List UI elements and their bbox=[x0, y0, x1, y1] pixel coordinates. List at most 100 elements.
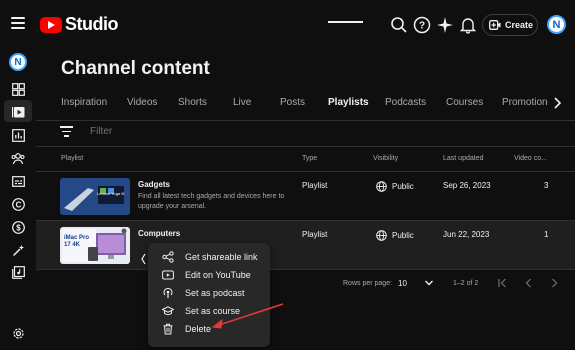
page-title: Channel content bbox=[61, 58, 210, 79]
top-bar: Studio ? Create N bbox=[0, 0, 575, 50]
svg-text:C: C bbox=[15, 200, 21, 209]
sidebar-item-settings[interactable] bbox=[4, 322, 32, 344]
visibility-label: Public bbox=[392, 182, 414, 191]
customization-icon bbox=[12, 244, 24, 256]
settings-icon bbox=[12, 327, 24, 339]
sparkle-icon[interactable] bbox=[436, 16, 454, 34]
playlist-title[interactable]: Gadgets bbox=[138, 180, 170, 189]
chevron-right-icon[interactable] bbox=[550, 96, 564, 110]
sidebar-item-analytics[interactable] bbox=[4, 124, 32, 146]
filter-input[interactable]: Filter bbox=[90, 126, 112, 137]
tab-live[interactable]: Live bbox=[233, 97, 251, 108]
globe-icon bbox=[376, 181, 387, 192]
tab-courses[interactable]: Courses bbox=[446, 97, 483, 108]
svg-text:$: $ bbox=[16, 223, 21, 232]
previous-page-icon[interactable] bbox=[523, 277, 535, 289]
sidebar-item-copyright[interactable]: C bbox=[4, 193, 32, 215]
last-updated: Sep 26, 2023 bbox=[443, 181, 491, 190]
create-button[interactable]: Create bbox=[482, 14, 538, 36]
youtube-logo-icon bbox=[40, 16, 62, 33]
playlist-thumbnail[interactable]: Lenovo Yoga 9i bbox=[60, 178, 130, 215]
filter-icon[interactable] bbox=[59, 126, 73, 138]
column-header-visibility[interactable]: Visibility bbox=[373, 155, 398, 162]
video-count: 1 bbox=[544, 230, 549, 239]
active-tab-indicator bbox=[328, 21, 363, 23]
column-header-playlist[interactable]: Playlist bbox=[61, 155, 83, 162]
table-row[interactable]: Lenovo Yoga 9i Gadgets Find all latest t… bbox=[36, 172, 575, 221]
column-header-video-count[interactable]: Video co... bbox=[514, 155, 547, 162]
video-count: 3 bbox=[544, 181, 549, 190]
tab-posts[interactable]: Posts bbox=[280, 97, 305, 108]
content-icon bbox=[11, 106, 24, 117]
share-icon bbox=[162, 251, 174, 263]
column-header-last-updated[interactable]: Last updated bbox=[443, 155, 483, 162]
tab-playlists[interactable]: Playlists bbox=[328, 97, 369, 108]
menu-label: Set as course bbox=[185, 306, 241, 316]
audio-library-icon bbox=[11, 265, 25, 279]
visibility-cell: Public bbox=[376, 181, 414, 192]
tab-podcasts[interactable]: Podcasts bbox=[385, 97, 426, 108]
sidebar-item-audio-library[interactable] bbox=[4, 261, 32, 283]
tab-promotion[interactable]: Promotion bbox=[502, 97, 548, 108]
podcast-icon bbox=[163, 287, 173, 298]
menu-label: Delete bbox=[185, 324, 212, 334]
tabs-divider bbox=[36, 120, 575, 121]
playlist-type: Playlist bbox=[302, 181, 328, 190]
tab-videos[interactable]: Videos bbox=[127, 97, 157, 108]
community-icon bbox=[11, 152, 25, 164]
earn-icon: $ bbox=[11, 220, 25, 234]
globe-icon bbox=[376, 230, 387, 241]
table-header: Playlist Type Visibility Last updated Vi… bbox=[36, 146, 575, 172]
next-page-icon[interactable] bbox=[548, 277, 560, 289]
last-updated: Jun 22, 2023 bbox=[443, 230, 490, 239]
menu-label: Edit on YouTube bbox=[185, 270, 251, 280]
menu-label: Set as podcast bbox=[185, 288, 245, 298]
playlist-options-menu: Get shareable link Edit on YouTube Set a… bbox=[148, 243, 270, 347]
column-header-type[interactable]: Type bbox=[302, 155, 317, 162]
playlist-thumbnail[interactable]: iMac Pro 17 4K bbox=[60, 227, 130, 264]
help-icon[interactable]: ? bbox=[413, 16, 431, 34]
thumbnail-text: iMac Pro 17 4K bbox=[64, 235, 90, 248]
playlist-description: Find all latest tech gadgets and devices… bbox=[138, 193, 285, 210]
youtube-icon bbox=[162, 270, 174, 280]
copyright-icon: C bbox=[11, 197, 25, 211]
sidebar-item-content[interactable] bbox=[4, 100, 32, 122]
menu-item-set-as-course[interactable]: Set as course bbox=[148, 302, 270, 320]
table-row[interactable]: iMac Pro 17 4K Computers Playlist Public… bbox=[36, 221, 575, 270]
sidebar-item-community[interactable] bbox=[4, 147, 32, 169]
create-icon bbox=[489, 20, 501, 30]
studio-logo[interactable]: Studio bbox=[40, 14, 119, 35]
create-label: Create bbox=[505, 20, 534, 30]
tab-inspiration[interactable]: Inspiration bbox=[61, 97, 107, 108]
playlist-title[interactable]: Computers bbox=[138, 229, 180, 238]
analytics-icon bbox=[11, 128, 25, 142]
first-page-icon[interactable] bbox=[497, 277, 509, 289]
trash-icon bbox=[163, 323, 173, 335]
thumbnail-text: Lenovo Yoga 9i bbox=[97, 191, 125, 196]
sidebar-item-subtitles[interactable] bbox=[4, 170, 32, 192]
channel-avatar[interactable]: N bbox=[9, 53, 27, 71]
more-options-icon[interactable] bbox=[140, 253, 148, 265]
menu-label: Get shareable link bbox=[185, 252, 258, 262]
tab-shorts[interactable]: Shorts bbox=[178, 97, 207, 108]
logo-text: Studio bbox=[65, 14, 119, 34]
menu-item-set-as-podcast[interactable]: Set as podcast bbox=[148, 284, 270, 302]
menu-item-get-shareable-link[interactable]: Get shareable link bbox=[148, 248, 270, 266]
course-icon bbox=[162, 306, 174, 316]
sidebar-item-customization[interactable] bbox=[4, 239, 32, 261]
bell-icon[interactable] bbox=[459, 16, 477, 34]
sidebar-item-earn[interactable]: $ bbox=[4, 216, 32, 238]
svg-text:?: ? bbox=[419, 21, 425, 32]
search-icon[interactable] bbox=[390, 16, 408, 34]
account-avatar[interactable]: N bbox=[547, 15, 566, 34]
dashboard-icon bbox=[11, 82, 25, 96]
rows-per-page-select[interactable]: 10 bbox=[398, 279, 407, 288]
chevron-down-icon[interactable] bbox=[424, 278, 434, 288]
page-range: 1–2 of 2 bbox=[453, 280, 479, 287]
visibility-label: Public bbox=[392, 231, 414, 240]
sidebar-item-dashboard[interactable] bbox=[4, 78, 32, 100]
menu-item-edit-on-youtube[interactable]: Edit on YouTube bbox=[148, 266, 270, 284]
menu-item-delete[interactable]: Delete bbox=[148, 320, 270, 338]
menu-icon[interactable] bbox=[11, 17, 25, 29]
rows-per-page-label: Rows per page: bbox=[343, 280, 393, 287]
